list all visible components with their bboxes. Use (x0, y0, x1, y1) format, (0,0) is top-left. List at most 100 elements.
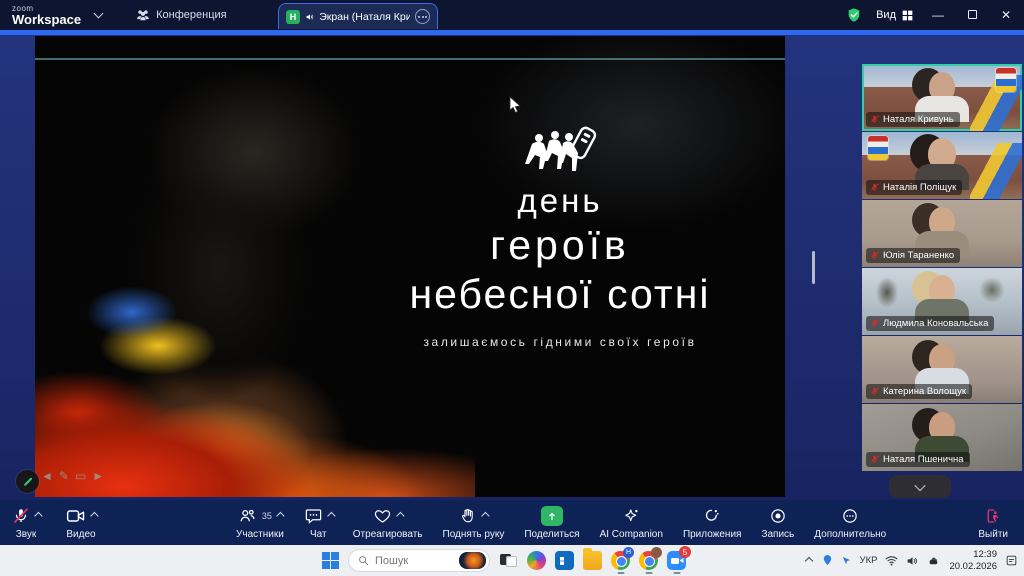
view-button[interactable]: Вид (876, 9, 914, 22)
slideshow-controls: ◄ ✎ ▭ ► (41, 469, 104, 483)
display-settings-button[interactable]: ▭ (75, 469, 86, 483)
reactions-button[interactable]: Отреагировать (347, 506, 429, 540)
participant-tile[interactable]: Наталя Кривунь (862, 64, 1022, 131)
raised-hand-icon (459, 507, 477, 525)
pen-tool-button[interactable]: ✎ (59, 469, 69, 483)
reactions-options-caret[interactable] (396, 511, 404, 519)
participant-name-pill: Наталя Кривунь (866, 112, 960, 127)
running-app-indicator (617, 572, 624, 575)
chat-icon (304, 507, 323, 525)
participant-tile[interactable]: Людмила Коновальська (862, 268, 1022, 335)
leave-meeting-button[interactable]: Выйти (972, 506, 1014, 540)
participant-name: Людмила Коновальська (883, 318, 988, 329)
search-input[interactable] (375, 555, 453, 567)
collapse-participants-button[interactable] (889, 475, 951, 498)
participants-icon (238, 507, 257, 525)
participant-name-pill: Людмила Коновальська (866, 316, 994, 331)
mic-muted-icon (870, 183, 879, 192)
slide-text-block: день героїв небесної сотні залишаємось г… (335, 36, 785, 349)
participants-options-caret[interactable] (276, 511, 284, 519)
file-explorer-icon[interactable] (583, 551, 602, 570)
apps-icon (703, 507, 722, 525)
mic-muted-icon (870, 319, 879, 328)
slide-title-line3: небесної сотні (335, 271, 785, 318)
participants-label: Участники (236, 529, 284, 540)
panel-resize-handle[interactable] (812, 251, 815, 284)
next-slide-button[interactable]: ► (92, 469, 104, 483)
leave-meeting-icon (984, 507, 1003, 525)
video-button[interactable]: Видео (60, 506, 102, 540)
mouse-cursor (509, 96, 521, 114)
copilot-icon[interactable] (527, 551, 546, 570)
tab-conference[interactable]: Конференция (136, 9, 226, 21)
close-button[interactable]: ✕ (996, 8, 1016, 22)
language-indicator[interactable]: УКР (860, 555, 878, 566)
wifi-icon[interactable] (885, 555, 898, 566)
view-label: Вид (876, 9, 896, 21)
chrome-icon[interactable]: H (611, 551, 630, 570)
pin-icon[interactable] (822, 554, 833, 567)
speaker-icon (305, 11, 314, 23)
annotation-pen-button[interactable] (16, 470, 39, 493)
search-highlight-image[interactable] (459, 552, 486, 569)
zoom-app-icon[interactable]: 5 (667, 551, 686, 570)
windows-taskbar: H 5 УКР 12:39 20.02.2026 (0, 545, 1024, 576)
chat-button[interactable]: Чат (298, 506, 339, 540)
participant-tile[interactable]: Наталя Пшенична (862, 404, 1022, 471)
raise-hand-button[interactable]: Поднять руку (437, 506, 511, 540)
slide-subtitle: залишаємось гідними своїх героїв (335, 335, 785, 349)
record-icon (769, 507, 787, 525)
mic-muted-icon (870, 387, 879, 396)
clock-time: 12:39 (949, 549, 997, 561)
participants-button[interactable]: 35 Участники (230, 506, 290, 540)
notification-center-icon[interactable] (1005, 554, 1018, 567)
school-crest-logo (868, 136, 888, 160)
participant-tile[interactable]: Юлія Тараненко (862, 200, 1022, 267)
security-shield-icon[interactable] (846, 7, 862, 23)
search-icon (358, 555, 369, 566)
participant-tile[interactable]: Катерина Волощук (862, 336, 1022, 403)
volume-icon[interactable] (906, 555, 919, 567)
raise-hand-options-caret[interactable] (482, 511, 490, 519)
slide-title-line1: день (335, 182, 785, 220)
zoom-workspace-logo[interactable]: zoom Workspace (12, 5, 81, 26)
notification-badge: 5 (679, 546, 691, 558)
cursor-tool-icon[interactable] (841, 555, 852, 567)
ai-companion-label: AI Companion (600, 529, 663, 540)
participant-name: Юлія Тараненко (883, 250, 954, 261)
mute-label: Звук (16, 529, 37, 540)
battery-icon[interactable] (927, 555, 941, 566)
more-button[interactable]: Дополнительно (808, 506, 892, 540)
reactions-label: Отреагировать (353, 529, 423, 540)
task-view-button[interactable] (499, 551, 518, 570)
chrome-second-profile-icon[interactable] (639, 551, 658, 570)
video-label: Видео (66, 529, 95, 540)
minimize-button[interactable]: — (928, 8, 948, 22)
participants-panel: Наталя Кривунь Наталія Поліщук (862, 64, 1022, 472)
hidden-icons-chevron[interactable] (804, 556, 812, 564)
people-icon (136, 9, 150, 21)
taskbar-clock[interactable]: 12:39 20.02.2026 (949, 549, 997, 573)
chat-options-caret[interactable] (327, 511, 335, 519)
microsoft-store-icon[interactable] (555, 551, 574, 570)
record-button[interactable]: Запись (755, 506, 800, 540)
apps-button[interactable]: Приложения (677, 506, 748, 540)
heart-icon (373, 507, 392, 525)
windows-start-button[interactable] (322, 552, 339, 569)
leave-meeting-label: Выйти (978, 529, 1008, 540)
participant-name: Катерина Волощук (883, 386, 966, 397)
taskbar-search[interactable] (348, 549, 490, 572)
slide-title-line2: героїв (335, 222, 785, 269)
share-screen-button[interactable]: Поделиться (518, 506, 585, 540)
video-options-caret[interactable] (90, 511, 98, 519)
tab-screen-share[interactable]: Н Экран (Наталя Кривунь) (278, 3, 438, 29)
tab-more-options-icon[interactable] (415, 9, 430, 24)
ai-companion-button[interactable]: AI Companion (594, 506, 669, 540)
mute-options-caret[interactable] (34, 511, 42, 519)
previous-slide-button[interactable]: ◄ (41, 469, 53, 483)
chevron-down-icon[interactable] (94, 9, 104, 19)
mute-button[interactable]: Звук (6, 506, 46, 540)
maximize-button[interactable] (962, 8, 982, 22)
participant-tile[interactable]: Наталія Поліщук (862, 132, 1022, 199)
chrome-avatar-badge (651, 547, 662, 558)
